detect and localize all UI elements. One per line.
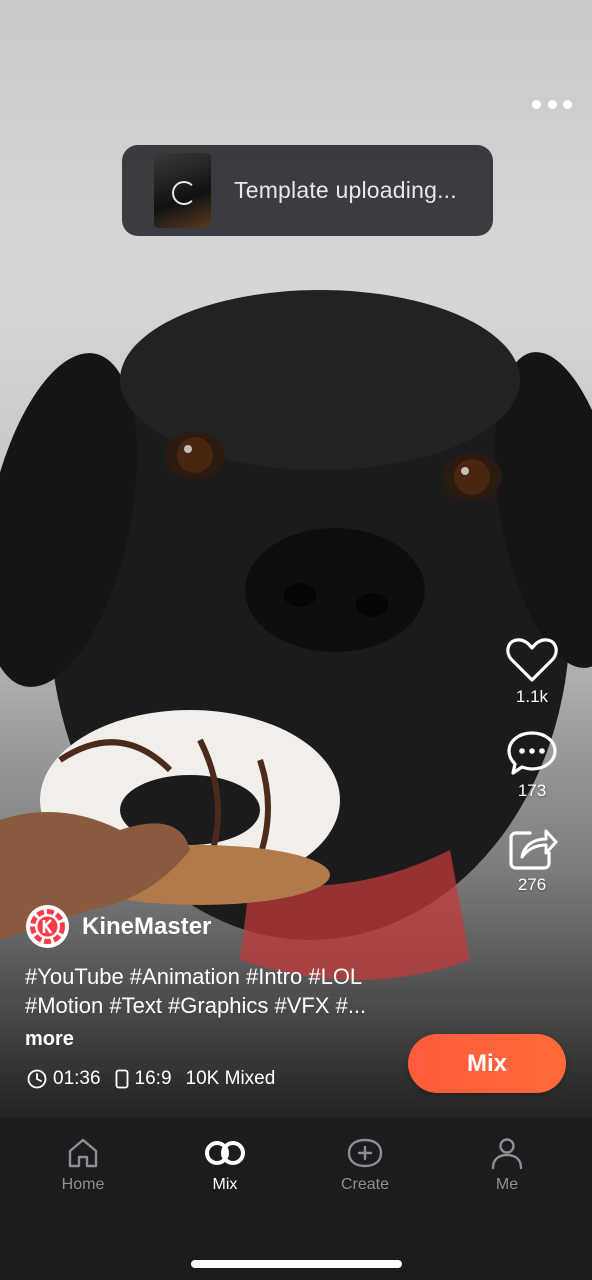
hashtag-line[interactable]: #YouTube #Animation #Intro #LOL xyxy=(25,962,405,991)
template-meta: 01:36 16:9 10K Mixed xyxy=(27,1068,289,1090)
aspect-ratio: 16:9 xyxy=(115,1068,172,1090)
tab-label: Home xyxy=(61,1176,105,1193)
duration: 01:36 xyxy=(27,1068,101,1090)
comment-count: 173 xyxy=(517,781,547,800)
kinemaster-logo-icon xyxy=(28,907,67,946)
clock-icon xyxy=(27,1069,47,1089)
share-count: 276 xyxy=(517,875,547,894)
like-count: 1.1k xyxy=(515,687,549,706)
dot xyxy=(532,99,541,109)
action-rail: 1.1k 173 276 xyxy=(502,637,562,917)
creator-name[interactable]: KineMaster xyxy=(82,913,211,941)
comment-button[interactable]: 173 xyxy=(502,729,562,801)
like-button[interactable]: 1.1k xyxy=(502,637,562,707)
profile-icon xyxy=(491,1138,523,1170)
creator-info[interactable]: KineMaster xyxy=(26,905,211,948)
home-indicator xyxy=(191,1260,402,1268)
tab-label: Me xyxy=(495,1176,519,1193)
avatar[interactable] xyxy=(26,905,69,948)
duration-value: 01:36 xyxy=(53,1068,101,1089)
home-icon xyxy=(68,1138,98,1168)
mixed-count-value: 10K Mixed xyxy=(185,1068,276,1089)
template-thumbnail xyxy=(154,153,211,228)
tab-create[interactable]: Create xyxy=(315,1136,415,1194)
dot xyxy=(563,99,572,109)
ratio-value: 16:9 xyxy=(134,1068,172,1089)
more-options-icon[interactable] xyxy=(532,92,572,116)
mix-icon xyxy=(205,1141,245,1165)
share-icon xyxy=(509,829,558,870)
tab-label: Create xyxy=(340,1176,390,1193)
tab-me[interactable]: Me xyxy=(457,1136,557,1194)
tab-mix[interactable]: Mix xyxy=(175,1136,275,1194)
heart-icon xyxy=(506,638,558,682)
loading-spinner-icon xyxy=(172,181,196,205)
hashtags[interactable]: #YouTube #Animation #Intro #LOL #Motion … xyxy=(25,962,405,1020)
video-feed[interactable]: Template uploading... 1.1k 173 276 KineM… xyxy=(0,0,592,1118)
tab-label: Mix xyxy=(212,1176,238,1193)
dot xyxy=(547,99,557,109)
toast-message: Template uploading... xyxy=(234,177,457,203)
share-button[interactable]: 276 xyxy=(502,823,562,895)
more-link[interactable]: more xyxy=(25,1028,74,1051)
tab-home[interactable]: Home xyxy=(33,1136,133,1194)
bottom-tab-bar: Home Mix Create Me xyxy=(0,1118,592,1280)
mixed-count: 10K Mixed xyxy=(186,1068,276,1090)
phone-ratio-icon xyxy=(115,1069,128,1089)
mix-button[interactable]: Mix xyxy=(408,1034,566,1093)
hashtag-line[interactable]: #Motion #Text #Graphics #VFX #... xyxy=(25,991,405,1020)
upload-toast: Template uploading... xyxy=(122,145,493,236)
comment-icon xyxy=(507,731,557,775)
create-icon xyxy=(347,1138,383,1168)
